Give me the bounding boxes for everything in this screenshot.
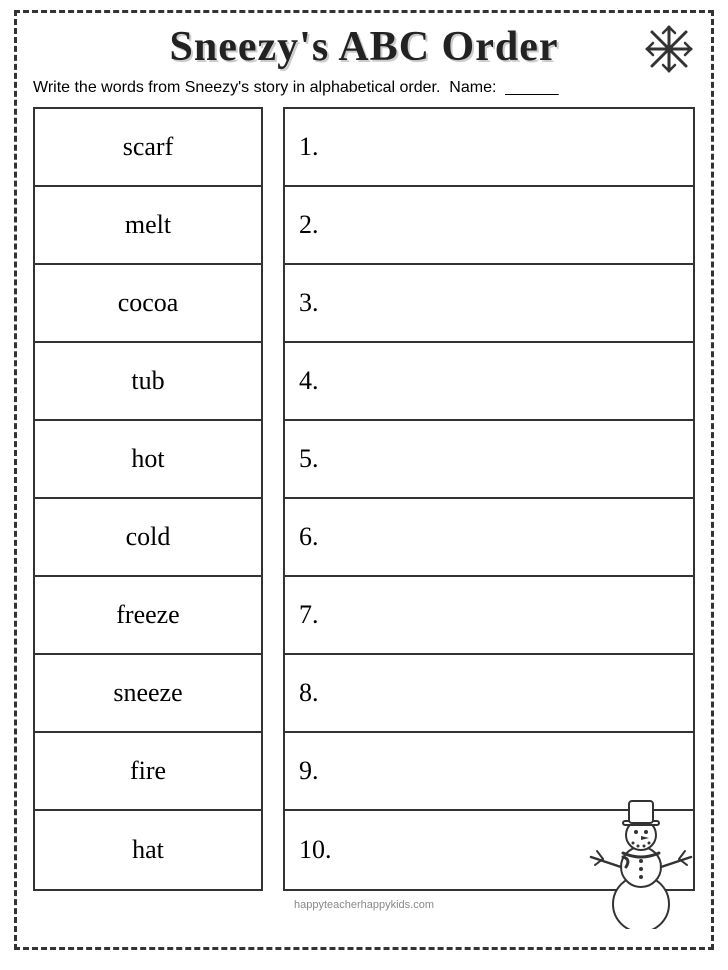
page-title: Sneezy's ABC Order <box>170 23 559 71</box>
word-column: scarfmeltcocoatubhotcoldfreezesneezefire… <box>33 107 263 891</box>
word-cell: hat <box>35 811 261 889</box>
answer-cell: 4. <box>285 343 693 421</box>
word-cell: hot <box>35 421 261 499</box>
answer-cell: 2. <box>285 187 693 265</box>
instructions-text: Write the words from Sneezy's story in a… <box>33 79 695 97</box>
answer-cell: 8. <box>285 655 693 733</box>
word-cell: cold <box>35 499 261 577</box>
word-cell: fire <box>35 733 261 811</box>
answer-cell: 6. <box>285 499 693 577</box>
word-cell: melt <box>35 187 261 265</box>
snowflake-icon <box>643 23 695 86</box>
word-cell: freeze <box>35 577 261 655</box>
footer-text: happyteacherhappykids.com <box>294 899 434 911</box>
word-cell: tub <box>35 343 261 421</box>
answer-column: 1.2.3.4.5.6.7.8.9.10. <box>283 107 695 891</box>
main-content: scarfmeltcocoatubhotcoldfreezesneezefire… <box>33 107 695 891</box>
answer-cell: 5. <box>285 421 693 499</box>
word-cell: scarf <box>35 109 261 187</box>
snowman-image <box>581 789 701 919</box>
worksheet-container: Sneezy's ABC Order Write the wor <box>14 10 714 950</box>
title-area: Sneezy's ABC Order <box>33 23 695 71</box>
answer-cell: 7. <box>285 577 693 655</box>
word-cell: cocoa <box>35 265 261 343</box>
answer-cell: 3. <box>285 265 693 343</box>
word-cell: sneeze <box>35 655 261 733</box>
answer-cell: 1. <box>285 109 693 187</box>
